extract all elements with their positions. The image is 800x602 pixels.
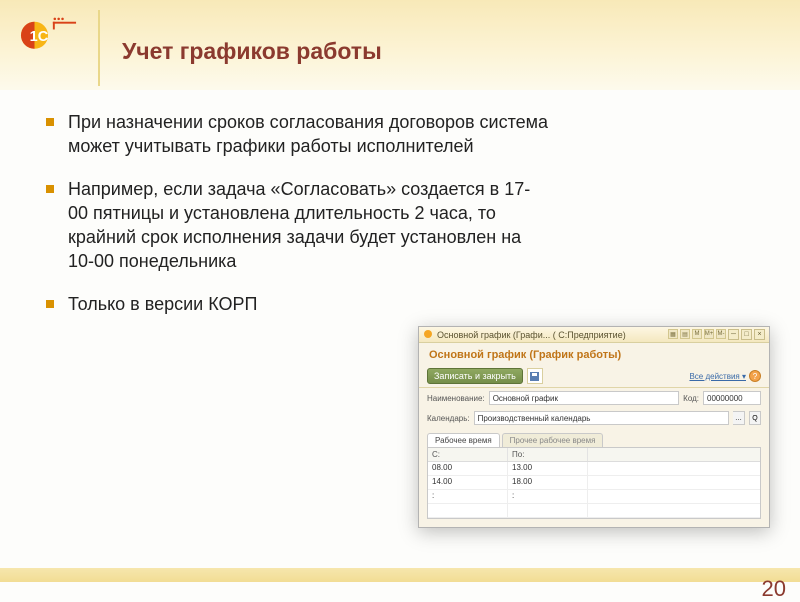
bullet-text: Например, если задача «Согласовать» созд…	[68, 177, 550, 274]
bullet-marker	[46, 118, 54, 126]
close-button[interactable]: ×	[754, 329, 765, 340]
cell-from: 08.00	[428, 462, 508, 475]
tab-other-time[interactable]: Прочее рабочее время	[502, 433, 604, 447]
cell-to: 18.00	[508, 476, 588, 489]
name-input[interactable]	[489, 391, 679, 405]
cell-to	[508, 504, 588, 517]
calendar-clear-button[interactable]: Q	[749, 411, 761, 425]
all-actions-link[interactable]: Все действия ▾	[689, 372, 746, 381]
slide-header: 1C Учет графиков работы	[0, 0, 800, 90]
table-row[interactable]: 14.00 18.00	[428, 476, 760, 490]
name-label: Наименование:	[427, 394, 485, 403]
cell-from: :	[428, 490, 508, 503]
table-row[interactable]: : :	[428, 490, 760, 504]
calendar-select[interactable]: Производственный календарь	[474, 411, 729, 425]
calendar-value: Производственный календарь	[478, 414, 591, 423]
svg-text:1C: 1C	[30, 29, 49, 45]
help-button[interactable]: ?	[749, 370, 761, 382]
cell-to: 13.00	[508, 462, 588, 475]
cell-from: 14.00	[428, 476, 508, 489]
bullet-text: При назначении сроков согласования догов…	[68, 110, 550, 159]
logo-1c: 1C	[0, 8, 98, 53]
window-subtitle: Основной график (График работы)	[419, 343, 769, 365]
maximize-button[interactable]: □	[741, 329, 752, 340]
code-input[interactable]	[703, 391, 761, 405]
toolbar-mini-icon[interactable]: M+	[704, 329, 714, 339]
toolbar: Записать и закрыть Все действия ▾ ?	[419, 365, 769, 388]
save-and-close-button[interactable]: Записать и закрыть	[427, 368, 523, 384]
code-label: Код:	[683, 394, 699, 403]
bullet-text: Только в версии КОРП	[68, 292, 257, 316]
slide-title: Учет графиков работы	[122, 38, 382, 65]
bullet-item: Например, если задача «Согласовать» созд…	[46, 177, 550, 274]
toolbar-mini-icon[interactable]: M-	[716, 329, 726, 339]
calendar-picker-button[interactable]: …	[733, 411, 745, 425]
save-icon-button[interactable]	[527, 368, 543, 384]
bullet-item: Только в версии КОРП	[46, 292, 550, 316]
col-from: С:	[428, 448, 508, 461]
bullet-marker	[46, 185, 54, 193]
titlebar: Основной график (Графи... ( С:Предприяти…	[419, 327, 769, 343]
table-row[interactable]: 08.00 13.00	[428, 462, 760, 476]
header-divider	[98, 10, 100, 86]
toolbar-mini-icon[interactable]: M	[692, 329, 702, 339]
form-row-name: Наименование: Код:	[419, 388, 769, 408]
form-row-calendar: Календарь: Производственный календарь … …	[419, 408, 769, 428]
footer-band	[0, 568, 800, 582]
bullet-item: При назначении сроков согласования догов…	[46, 110, 550, 159]
window-title: Основной график (Графи... ( С:Предприяти…	[437, 330, 626, 340]
toolbar-mini-icon[interactable]: ▤	[680, 329, 690, 339]
bullet-marker	[46, 300, 54, 308]
calendar-label: Календарь:	[427, 414, 470, 423]
tab-work-time[interactable]: Рабочее время	[427, 433, 500, 447]
cell-to: :	[508, 490, 588, 503]
tabs: Рабочее время Прочее рабочее время	[419, 428, 769, 447]
col-to: По:	[508, 448, 588, 461]
cell-from	[428, 504, 508, 517]
page-number: 20	[762, 576, 786, 602]
minimize-button[interactable]: ─	[728, 329, 739, 340]
app-icon	[423, 329, 433, 341]
work-time-table: С: По: 08.00 13.00 14.00 18.00 : :	[427, 447, 761, 519]
toolbar-mini-icon[interactable]: ▦	[668, 329, 678, 339]
table-row[interactable]	[428, 504, 760, 518]
app-window: Основной график (Графи... ( С:Предприяти…	[418, 326, 770, 528]
bullet-list: При назначении сроков согласования догов…	[0, 90, 590, 316]
